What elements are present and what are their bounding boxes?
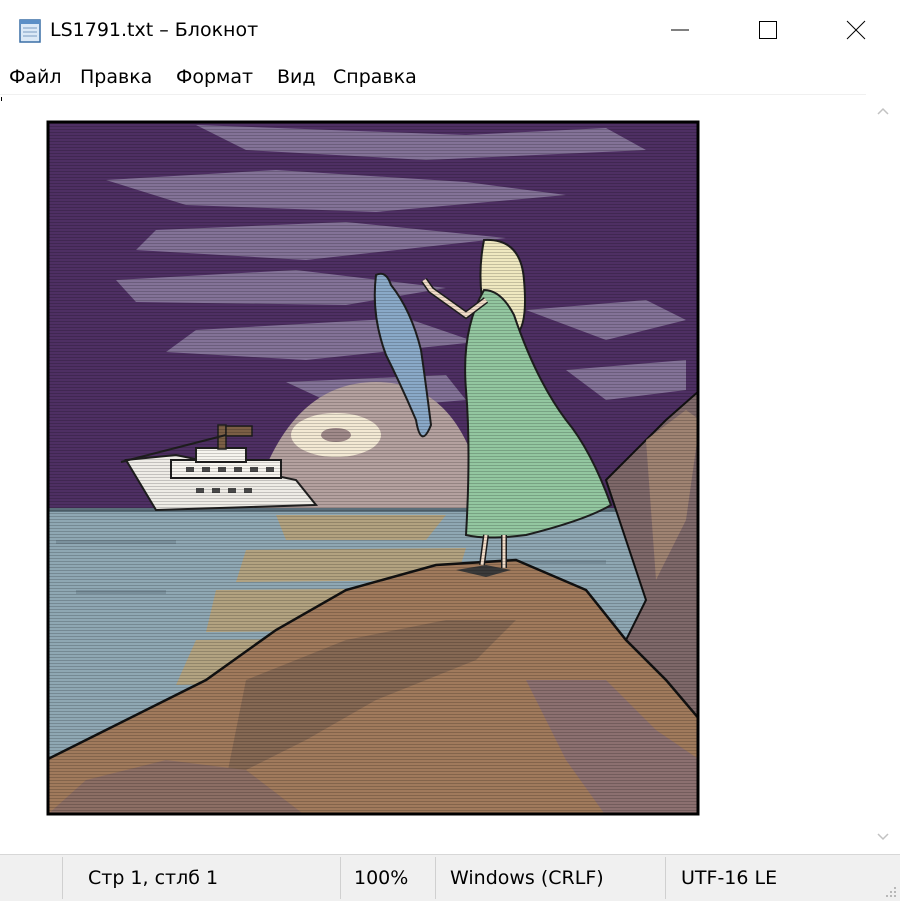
close-button[interactable] bbox=[812, 0, 900, 60]
menu-file[interactable]: Файл bbox=[9, 63, 62, 91]
menu-help[interactable]: Справка bbox=[333, 63, 417, 91]
maximize-icon bbox=[759, 21, 777, 39]
menu-edit[interactable]: Правка bbox=[80, 63, 152, 91]
maximize-button[interactable] bbox=[724, 0, 812, 60]
status-line-ending: Windows (CRLF) bbox=[450, 867, 604, 889]
close-icon bbox=[846, 20, 866, 40]
status-separator bbox=[435, 857, 436, 899]
status-bar: Стр 1, стлб 1 100% Windows (CRLF) UTF-16… bbox=[0, 854, 900, 901]
status-encoding: UTF-16 LE bbox=[681, 867, 778, 889]
minimize-button[interactable] bbox=[636, 0, 724, 60]
status-separator bbox=[62, 857, 63, 899]
vertical-scrollbar[interactable] bbox=[866, 94, 900, 854]
status-separator bbox=[665, 857, 666, 899]
text-caret bbox=[1, 97, 2, 101]
menu-format[interactable]: Формат bbox=[176, 63, 253, 91]
title-bar[interactable]: LS1791.txt – Блокнот bbox=[0, 0, 900, 60]
chevron-down-icon bbox=[877, 833, 889, 841]
status-cursor-position: Стр 1, стлб 1 bbox=[88, 867, 219, 889]
status-zoom: 100% bbox=[354, 867, 409, 889]
resize-grip-icon[interactable] bbox=[883, 884, 897, 898]
window-title: LS1791.txt – Блокнот bbox=[50, 19, 259, 41]
minimize-icon bbox=[671, 29, 689, 31]
scroll-down-button[interactable] bbox=[866, 820, 900, 854]
chevron-up-icon bbox=[877, 107, 889, 115]
ascii-art-picture bbox=[46, 120, 700, 816]
menu-bar: Файл Правка Формат Вид Справка bbox=[0, 60, 900, 94]
scroll-up-button[interactable] bbox=[866, 94, 900, 128]
notepad-icon bbox=[17, 17, 43, 43]
status-separator bbox=[340, 857, 341, 899]
menu-view[interactable]: Вид bbox=[277, 63, 316, 91]
